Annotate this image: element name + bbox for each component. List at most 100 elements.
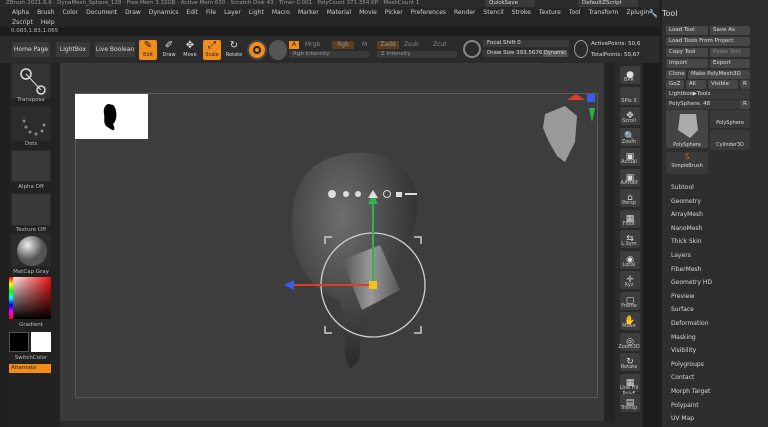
move-button[interactable]: ✥ Move xyxy=(181,40,199,60)
left-tray-edge[interactable] xyxy=(0,63,9,427)
menu-texture[interactable]: Texture xyxy=(535,9,565,16)
menu-render[interactable]: Render xyxy=(450,9,479,16)
focal-shift-slider[interactable]: Focal Shift 0 xyxy=(483,40,569,47)
subpalette-polygroups[interactable]: Polygroups xyxy=(671,361,704,368)
subpalette-preview[interactable]: Preview xyxy=(671,293,694,300)
subpalette-masking[interactable]: Masking xyxy=(671,334,696,341)
alpha-tile[interactable] xyxy=(11,150,51,182)
nav-y-arrow-icon[interactable] xyxy=(589,108,595,122)
rgb-toggle[interactable]: Rgb xyxy=(332,41,354,49)
subpalette-deformation[interactable]: Deformation xyxy=(671,320,708,327)
edit-button[interactable]: ✎ Edit xyxy=(139,40,157,60)
save-as-button[interactable]: Save As xyxy=(710,26,750,35)
subpalette-geometry[interactable]: Geometry xyxy=(671,198,701,205)
tool-r-button[interactable]: R xyxy=(740,100,750,109)
orientation-head[interactable] xyxy=(535,94,597,169)
brush-selector[interactable] xyxy=(247,40,267,60)
menu-document[interactable]: Document xyxy=(82,9,121,16)
scale-button[interactable]: ⤢ Scale xyxy=(203,40,221,60)
subpalette-fibermesh[interactable]: FiberMesh xyxy=(671,266,701,273)
draw-button[interactable]: ✐ Draw xyxy=(160,40,178,60)
lightbox-button[interactable]: LightBox xyxy=(55,41,91,58)
gizmo-center[interactable] xyxy=(369,281,377,289)
alternate-button[interactable]: Alternate xyxy=(9,364,51,373)
matcap-tile[interactable] xyxy=(11,233,51,267)
nav-z-icon[interactable] xyxy=(587,94,595,102)
more-icon[interactable] xyxy=(405,193,417,195)
canvas-scrollbar[interactable] xyxy=(604,63,615,421)
menu-preferences[interactable]: Preferences xyxy=(407,9,450,16)
tool-palette-header[interactable]: 🔧 Tool xyxy=(648,7,678,19)
menu-transform[interactable]: Transform xyxy=(584,9,622,16)
tool-thumb-simplebrush[interactable]: ઽ SimpleBrush xyxy=(666,152,708,174)
menu-macro[interactable]: Macro xyxy=(268,9,294,16)
dynamic-toggle[interactable]: Dynamic xyxy=(543,50,567,57)
subpalette-subtool[interactable]: Subtool xyxy=(671,184,694,191)
goz-button[interactable]: GoZ xyxy=(666,80,684,89)
stroke-tile[interactable] xyxy=(11,106,51,141)
menu-color[interactable]: Color xyxy=(58,9,82,16)
quicksave-button[interactable]: QuickSave xyxy=(485,0,535,7)
gizmo-x-arrow-icon[interactable] xyxy=(284,280,294,290)
bottom-tray[interactable] xyxy=(60,421,615,427)
menu-zscript[interactable]: Zscript xyxy=(8,19,37,26)
mrgb-toggle[interactable]: Mrgb xyxy=(305,41,320,48)
tool-thumb-polysphere-main[interactable]: PolySphere xyxy=(666,110,708,148)
subpalette-polypaint[interactable]: Polypaint xyxy=(671,402,699,409)
subpalette-layers[interactable]: Layers xyxy=(671,252,691,259)
zsub-toggle[interactable]: Zsub xyxy=(404,41,419,48)
menu-dynamics[interactable]: Dynamics xyxy=(145,9,183,16)
primary-color-swatch[interactable] xyxy=(9,332,29,352)
menu-edit[interactable]: Edit xyxy=(182,9,202,16)
a-toggle[interactable]: A xyxy=(289,41,299,49)
menu-marker[interactable]: Marker xyxy=(294,9,323,16)
menu-draw[interactable]: Draw xyxy=(121,9,145,16)
transpose-tile[interactable] xyxy=(11,63,51,99)
subpalette-morph-target[interactable]: Morph Target xyxy=(671,388,710,395)
rgb-intensity-slider[interactable]: Rgb Intensity xyxy=(289,51,369,58)
hue-strip[interactable] xyxy=(9,277,13,319)
current-tool-slider[interactable]: PolySphere. 48 xyxy=(666,100,750,109)
z-intensity-slider[interactable]: Z Intensity xyxy=(377,51,457,58)
subpalette-visibility[interactable]: Visibility xyxy=(671,347,696,354)
live-boolean-button[interactable]: Live Boolean xyxy=(94,41,136,58)
menu-stencil[interactable]: Stencil xyxy=(479,9,507,16)
load-tools-from-project-button[interactable]: Load Tools From Project xyxy=(666,37,750,46)
menu-help[interactable]: Help xyxy=(37,19,59,26)
switch-color-button[interactable]: SwitchColor xyxy=(11,355,51,361)
navigation-thumbnail[interactable] xyxy=(75,94,148,139)
tool-thumb-polysphere[interactable]: PolySphere xyxy=(710,110,750,128)
copy-tool-button[interactable]: Copy Tool xyxy=(666,48,708,57)
make-polymesh-button[interactable]: Make PolyMesh3D xyxy=(688,70,750,79)
pin-icon[interactable] xyxy=(343,191,349,197)
rotate-button[interactable]: ↻ Rotate xyxy=(225,40,243,60)
tool-thumb-cylinder[interactable]: Cylinder3D xyxy=(710,130,750,150)
import-button[interactable]: Import xyxy=(666,59,708,68)
m-toggle[interactable]: M xyxy=(362,41,367,48)
zscript-selector[interactable]: DefaultZScript xyxy=(578,0,638,7)
subpalette-nanomesh[interactable]: NanoMesh xyxy=(671,225,702,232)
viewport-model[interactable] xyxy=(280,140,440,375)
menu-layer[interactable]: Layer xyxy=(220,9,245,16)
zcut-toggle[interactable]: Zcut xyxy=(433,41,447,48)
export-button[interactable]: Export xyxy=(710,59,750,68)
home-page-button[interactable]: Home Page xyxy=(11,41,51,58)
color-picker[interactable] xyxy=(9,277,51,319)
subpalette-geometry-hd[interactable]: Geometry HD xyxy=(671,279,712,286)
menu-stroke[interactable]: Stroke xyxy=(508,9,535,16)
load-tool-button[interactable]: Load Tool xyxy=(666,26,708,35)
zadd-toggle[interactable]: Zadd xyxy=(377,41,399,49)
subpalette-arraymesh[interactable]: ArrayMesh xyxy=(671,211,703,218)
menu-file[interactable]: File xyxy=(202,9,220,16)
all-button[interactable]: All xyxy=(686,80,706,89)
texture-tile[interactable] xyxy=(11,193,51,226)
menu-light[interactable]: Light xyxy=(245,9,268,16)
menu-movie[interactable]: Movie xyxy=(355,9,381,16)
menu-alpha[interactable]: Alpha xyxy=(8,9,33,16)
material-selector[interactable] xyxy=(269,40,287,60)
menu-material[interactable]: Material xyxy=(323,9,355,16)
subpalette-thick-skin[interactable]: Thick Skin xyxy=(671,238,702,245)
secondary-color-swatch[interactable] xyxy=(31,332,51,352)
locate-icon[interactable] xyxy=(355,191,361,197)
clone-button[interactable]: Clone xyxy=(666,70,686,79)
